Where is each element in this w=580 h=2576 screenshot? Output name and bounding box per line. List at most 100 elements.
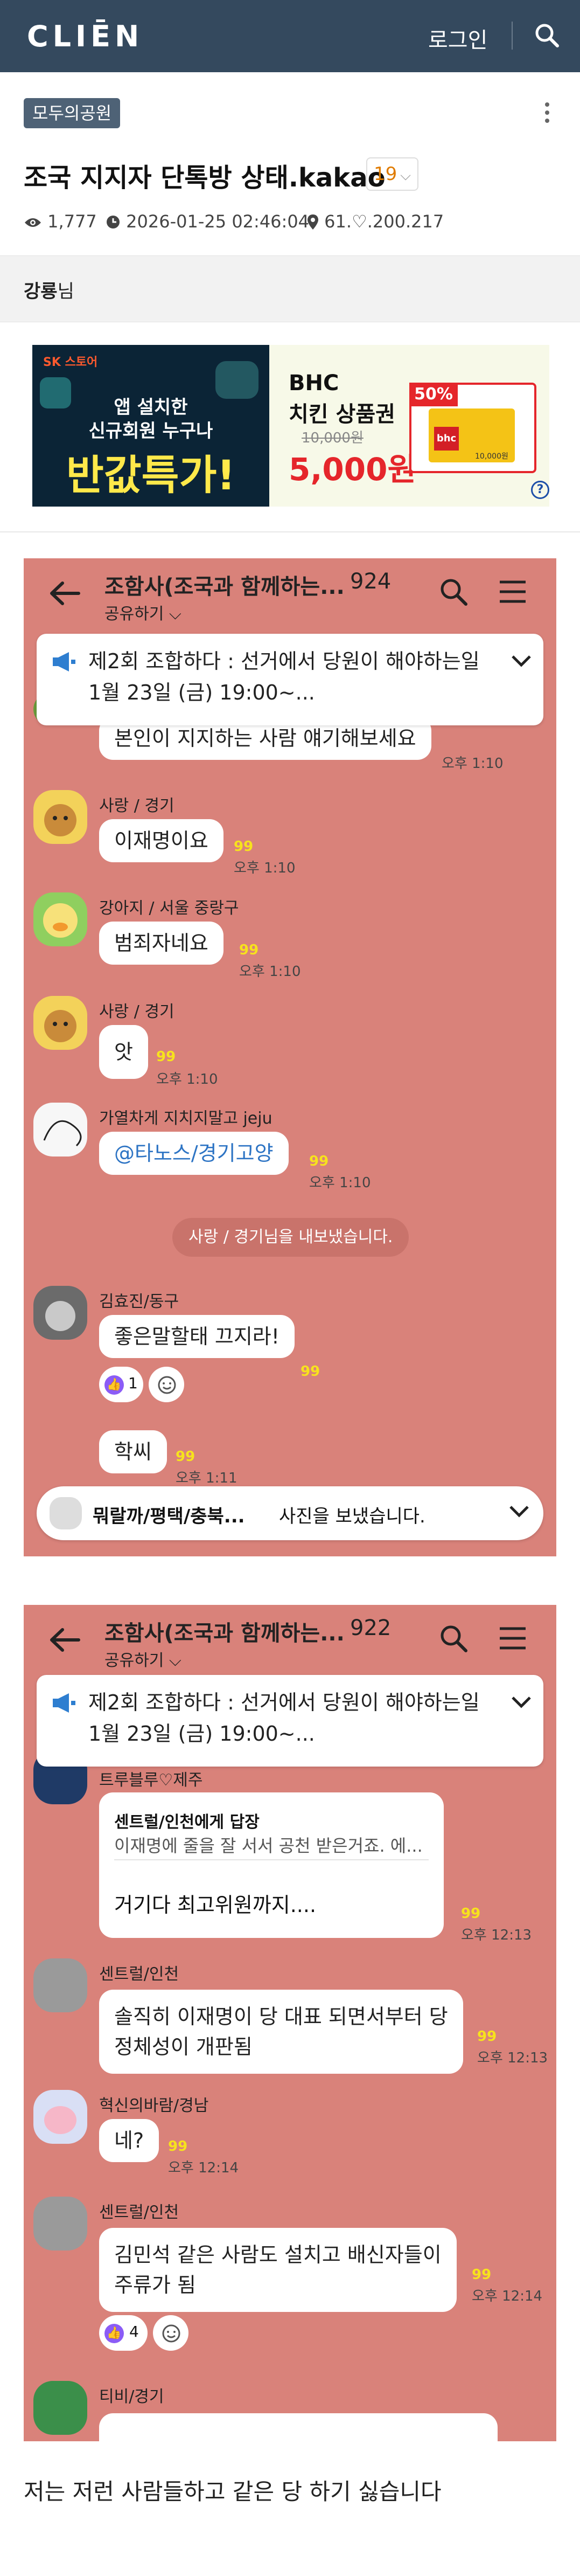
author-name[interactable]: 강룡님 bbox=[24, 276, 74, 303]
chevron-down-icon: ⌵ bbox=[400, 168, 411, 184]
unread-count: 99 bbox=[309, 1153, 329, 1169]
reaction-like[interactable]: 👍 1 bbox=[99, 1367, 143, 1402]
ad-product: BHC bbox=[289, 371, 339, 396]
login-link[interactable]: 로그인 bbox=[428, 23, 487, 54]
duck-avatar-icon bbox=[43, 903, 78, 938]
reply-divider bbox=[114, 1859, 429, 1860]
message-time: 오후 12:13 bbox=[477, 2050, 548, 2066]
chat-bubble: 학씨 bbox=[99, 1430, 167, 1473]
site-logo[interactable]: CLIĒN bbox=[27, 19, 143, 53]
back-arrow-icon[interactable] bbox=[48, 580, 81, 607]
chevron-down-icon[interactable] bbox=[511, 1694, 532, 1709]
chat-topbar: 조함사(조국과 함께하는... 922 공유하기 ⌵ bbox=[24, 1605, 556, 1686]
sender-name: 센트럴/인천 bbox=[99, 1965, 179, 1984]
ad-right-panel: BHC 치킨 상품권 10,000원 5,000원 50% bhc 10,000… bbox=[269, 345, 549, 507]
back-arrow-icon[interactable] bbox=[48, 1626, 81, 1653]
message-time: 오후 1:10 bbox=[234, 860, 296, 876]
chat-bubble: 좋은말할태 끄지라! bbox=[99, 1315, 295, 1358]
comment-count: 19 bbox=[374, 163, 397, 185]
toast-avatar bbox=[50, 1497, 82, 1529]
new-message-toast[interactable]: 뭐랄까/평택/충북... 사진을 보냈습니다. bbox=[37, 1486, 543, 1540]
ad-line2: 신규회원 누구나 bbox=[88, 420, 213, 442]
avatar[interactable] bbox=[33, 2090, 87, 2144]
sender-name: 센트럴/인천 bbox=[99, 2203, 179, 2222]
views-meta: 1,777 bbox=[24, 211, 97, 232]
thumbs-up-icon: 👍 bbox=[104, 1375, 124, 1395]
reaction-count: 1 bbox=[128, 1374, 138, 1392]
message-time: 오후 12:13 bbox=[461, 1927, 532, 1943]
ad-headline: 반값특가! bbox=[66, 451, 236, 499]
search-icon[interactable] bbox=[438, 577, 469, 607]
toast-sender: 뭐랄까/평택/충북... bbox=[93, 1506, 245, 1527]
avatar[interactable] bbox=[33, 1103, 87, 1157]
chat-bubble: 네? bbox=[99, 2119, 159, 2162]
share-link[interactable]: 공유하기 ⌵ bbox=[104, 1647, 181, 1671]
reaction-like[interactable]: 👍 4 bbox=[99, 2315, 148, 2351]
add-emoji-icon bbox=[158, 1376, 176, 1394]
avatar[interactable] bbox=[33, 996, 87, 1050]
sender-name: 강아지 / 서울 중랑구 bbox=[99, 899, 239, 918]
chat-member-count: 924 bbox=[350, 569, 392, 594]
system-message: 사랑 / 경기님을 내보냈습니다. bbox=[172, 1218, 409, 1257]
sender-name: 김효진/동구 bbox=[99, 1292, 179, 1311]
add-emoji-icon bbox=[162, 2324, 180, 2343]
notice-text: 제2회 조합하다 : 선거에서 당원이 해야하는일 1월 23일 (금) 19:… bbox=[88, 649, 480, 704]
message-time: 오후 1:11 bbox=[176, 1470, 237, 1486]
chat-screenshot-2: 조함사(조국과 함께하는... 922 공유하기 ⌵ 제2회 조합하다 : 선거… bbox=[24, 1605, 556, 2441]
location-pin-icon bbox=[308, 214, 318, 230]
chat-screenshot-1: 조함사(조국과 함께하는... 924 공유하기 ⌵ 제2회 조합하다 : 선거… bbox=[24, 558, 556, 1556]
clock-icon bbox=[107, 216, 120, 228]
avatar[interactable] bbox=[33, 892, 87, 946]
avatar[interactable] bbox=[33, 790, 87, 844]
search-icon[interactable] bbox=[438, 1623, 469, 1653]
add-reaction-button[interactable] bbox=[153, 2315, 188, 2351]
notice-banner[interactable]: 제2회 조합하다 : 선거에서 당원이 해야하는일 1월 23일 (금) 19:… bbox=[37, 634, 543, 725]
add-reaction-button[interactable] bbox=[149, 1367, 184, 1402]
ad-card-logo: bhc bbox=[434, 427, 459, 451]
chat-bubble: 앗 bbox=[99, 1025, 148, 1079]
reply-quote: 이재명에 줄을 잘 서서 공천 받은거죠. 에... bbox=[114, 1836, 423, 1856]
menu-icon[interactable] bbox=[498, 1625, 528, 1651]
ad-card-price: 10,000원 bbox=[475, 452, 508, 461]
chevron-down-icon[interactable] bbox=[511, 653, 532, 668]
sender-name: 사랑 / 경기 bbox=[99, 797, 174, 815]
toast-text: 사진을 보냈습니다. bbox=[279, 1506, 425, 1527]
ad-card-frame: 50% bhc 10,000원 bbox=[409, 383, 536, 473]
post-ip: 61.♡.200.217 bbox=[324, 211, 444, 232]
unread-count: 99 bbox=[168, 2138, 188, 2155]
message-time: 오후 1:10 bbox=[156, 1071, 218, 1088]
reply-bubble: 센트럴/인천에게 답장 이재명에 줄을 잘 서서 공천 받은거죠. 에... 거… bbox=[99, 1792, 444, 1938]
mention-bubble[interactable]: @타노스/경기고양 bbox=[99, 1132, 289, 1175]
chat-bubble: 범죄자네요 bbox=[99, 922, 223, 965]
ad-new-price: 5,000원 bbox=[289, 451, 416, 488]
chat-room-title: 조함사(조국과 함께하는... bbox=[104, 574, 345, 599]
ad-banner[interactable]: SK 스토어 앱 설치한 신규회원 누구나 반값특가! BHC 치킨 상품권 1… bbox=[32, 345, 549, 507]
bear-avatar-icon bbox=[44, 1010, 76, 1042]
more-options-icon[interactable] bbox=[545, 102, 550, 126]
avatar[interactable] bbox=[33, 2197, 87, 2250]
message-time: 오후 1:10 bbox=[239, 964, 301, 980]
ad-brand: SK 스토어 bbox=[43, 356, 98, 369]
ad-info-icon[interactable]: ? bbox=[531, 481, 549, 499]
avatar[interactable] bbox=[33, 2381, 87, 2435]
thumbs-up-icon: 👍 bbox=[104, 2324, 124, 2343]
avatar[interactable] bbox=[33, 1958, 87, 2012]
chat-bubble: 이재명이요 bbox=[99, 819, 223, 862]
unread-count: 99 bbox=[239, 942, 259, 958]
avatar[interactable] bbox=[33, 1286, 87, 1340]
comment-count-badge[interactable]: 19 ⌵ bbox=[366, 157, 418, 191]
share-link[interactable]: 공유하기 ⌵ bbox=[104, 600, 181, 624]
ad-line1: 앱 설치한 bbox=[114, 397, 188, 418]
board-badge[interactable]: 모두의공원 bbox=[24, 98, 121, 128]
megaphone-icon bbox=[53, 1693, 75, 1713]
message-time: 오후 1:10 bbox=[442, 756, 504, 772]
message-time: 오후 12:14 bbox=[472, 2288, 543, 2304]
unread-count: 99 bbox=[156, 1049, 176, 1065]
search-icon[interactable] bbox=[533, 22, 560, 49]
ad-gift-card: bhc 10,000원 bbox=[429, 408, 515, 462]
sender-name: 티비/경기 bbox=[99, 2387, 164, 2406]
notice-text: 제2회 조합하다 : 선거에서 당원이 해야하는일 1월 23일 (금) 19:… bbox=[88, 1691, 480, 1746]
menu-icon[interactable] bbox=[498, 579, 528, 605]
notice-banner[interactable]: 제2회 조합하다 : 선거에서 당원이 해야하는일 1월 23일 (금) 19:… bbox=[37, 1675, 543, 1767]
sender-name: 가열차게 지치지말고 jeju bbox=[99, 1109, 272, 1128]
